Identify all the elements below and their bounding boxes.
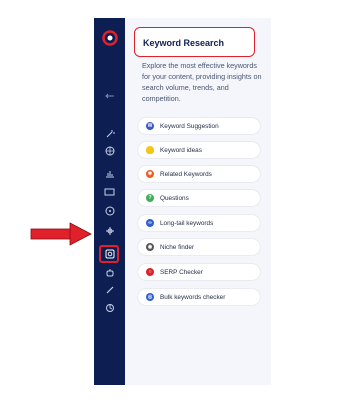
- menu-item-label: Questions: [160, 194, 189, 202]
- link-icon[interactable]: [94, 284, 125, 296]
- lightbulb-icon: [146, 146, 154, 154]
- red-arrow-icon: [30, 222, 92, 246]
- compass-icon[interactable]: [94, 205, 125, 217]
- related-keywords-icon: ✱: [146, 170, 154, 178]
- menu-item-label: Keyword ideas: [160, 146, 202, 154]
- sidebar-rail: [94, 18, 125, 385]
- collapse-icon[interactable]: [94, 90, 125, 102]
- app-logo[interactable]: [94, 28, 125, 48]
- menu-item-bulk-keywords-checker[interactable]: ◎ Bulk keywords checker: [138, 289, 260, 305]
- menu-item-keyword-suggestion[interactable]: W Keyword Suggestion: [138, 118, 260, 134]
- robot-icon[interactable]: [94, 267, 125, 279]
- menu-item-label: Bulk keywords checker: [160, 293, 226, 301]
- menu-item-long-tail-keywords[interactable]: ∞ Long-tail keywords: [138, 215, 260, 231]
- menu-item-keyword-ideas[interactable]: Keyword ideas: [138, 142, 260, 158]
- globe-icon[interactable]: [94, 145, 125, 157]
- logo-icon: [101, 30, 118, 46]
- menu-item-related-keywords[interactable]: ✱ Related Keywords: [138, 166, 260, 182]
- settings-icon[interactable]: [94, 302, 125, 314]
- menu-item-label: Keyword Suggestion: [160, 122, 219, 130]
- keyword-research-icon[interactable]: [94, 247, 125, 261]
- analytics-icon[interactable]: [94, 167, 125, 179]
- menu-item-label: Related Keywords: [160, 170, 212, 178]
- monitor-icon[interactable]: [94, 186, 125, 198]
- menu-item-label: SERP Checker: [160, 268, 203, 276]
- long-tail-icon: ∞: [146, 219, 154, 227]
- niche-finder-icon: ◉: [146, 243, 154, 251]
- magic-wand-icon[interactable]: [94, 128, 125, 140]
- menu-item-questions[interactable]: ? Questions: [138, 190, 260, 206]
- menu-item-serp-checker[interactable]: ○ SERP Checker: [138, 264, 260, 280]
- menu-item-niche-finder[interactable]: ◉ Niche finder: [138, 239, 260, 255]
- menu-item-label: Long-tail keywords: [160, 219, 214, 227]
- keyword-suggestion-icon: W: [146, 122, 154, 130]
- serp-checker-icon: ○: [146, 268, 154, 276]
- question-icon: ?: [146, 194, 154, 202]
- panel-description: Explore the most effective keywords for …: [142, 61, 262, 103]
- menu-item-label: Niche finder: [160, 243, 195, 251]
- target-icon[interactable]: [94, 225, 125, 237]
- bulk-checker-icon: ◎: [146, 293, 154, 301]
- panel-title: Keyword Research: [143, 38, 225, 48]
